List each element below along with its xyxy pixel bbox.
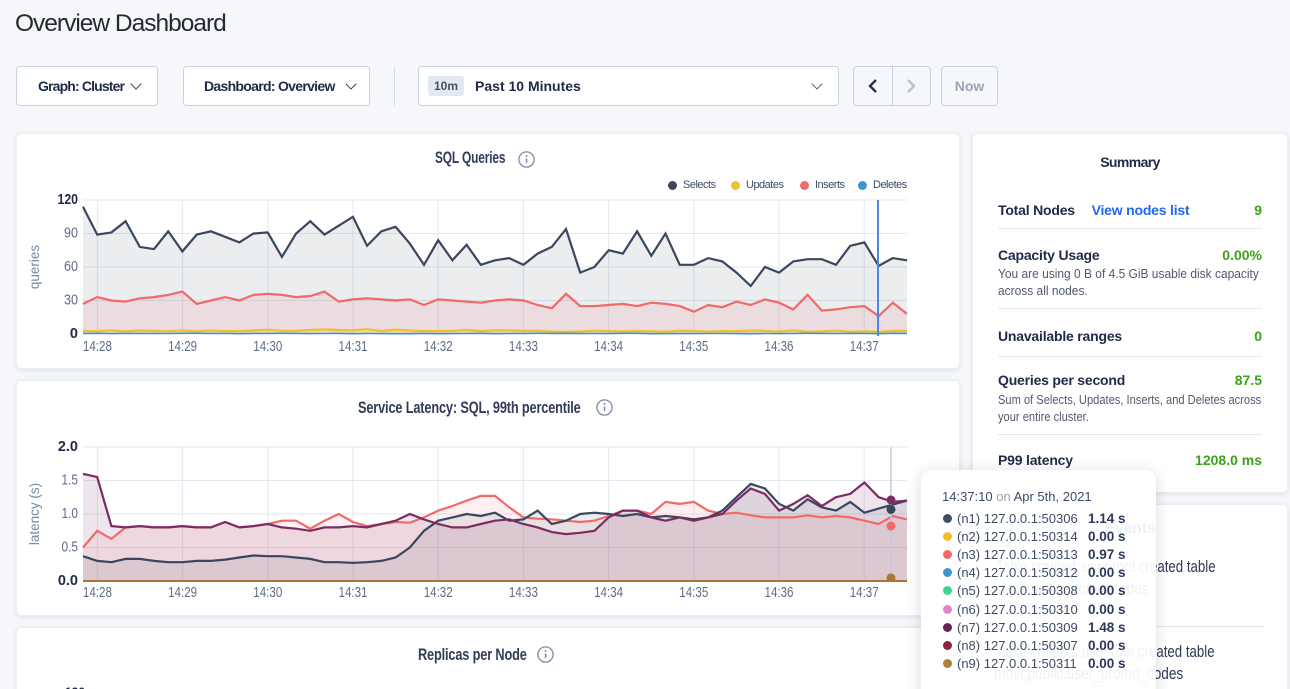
svg-text:14:36: 14:36 bbox=[765, 339, 794, 355]
svg-text:14:30: 14:30 bbox=[253, 585, 282, 601]
svg-text:14:31: 14:31 bbox=[339, 339, 368, 355]
svg-text:0.0: 0.0 bbox=[58, 573, 78, 589]
svg-text:120: 120 bbox=[58, 192, 79, 208]
svg-text:90: 90 bbox=[64, 226, 78, 242]
svg-text:60: 60 bbox=[64, 259, 78, 275]
svg-text:0: 0 bbox=[70, 326, 78, 342]
svg-text:14:33: 14:33 bbox=[509, 585, 538, 601]
svg-text:14:33: 14:33 bbox=[509, 339, 538, 355]
svg-text:14:34: 14:34 bbox=[594, 339, 623, 355]
svg-text:0.5: 0.5 bbox=[62, 540, 79, 556]
svg-text:queries: queries bbox=[27, 245, 42, 290]
svg-text:14:32: 14:32 bbox=[424, 339, 453, 355]
svg-text:14:31: 14:31 bbox=[339, 585, 368, 601]
svg-text:1.0: 1.0 bbox=[62, 506, 79, 522]
svg-text:1.5: 1.5 bbox=[62, 473, 79, 489]
svg-text:14:28: 14:28 bbox=[83, 339, 112, 355]
svg-text:latency (s): latency (s) bbox=[27, 483, 42, 545]
svg-text:14:30: 14:30 bbox=[253, 339, 282, 355]
svg-text:14:34: 14:34 bbox=[594, 585, 623, 601]
svg-text:2.0: 2.0 bbox=[58, 439, 78, 455]
svg-text:14:35: 14:35 bbox=[679, 585, 708, 601]
svg-text:14:37: 14:37 bbox=[850, 585, 879, 601]
svg-text:14:28: 14:28 bbox=[83, 585, 112, 601]
svg-text:14:37: 14:37 bbox=[850, 339, 879, 355]
svg-text:14:32: 14:32 bbox=[424, 585, 453, 601]
svg-text:14:35: 14:35 bbox=[679, 339, 708, 355]
svg-text:30: 30 bbox=[64, 293, 78, 309]
svg-text:14:36: 14:36 bbox=[765, 585, 794, 601]
svg-text:14:29: 14:29 bbox=[168, 585, 197, 601]
svg-text:14:29: 14:29 bbox=[168, 339, 197, 355]
